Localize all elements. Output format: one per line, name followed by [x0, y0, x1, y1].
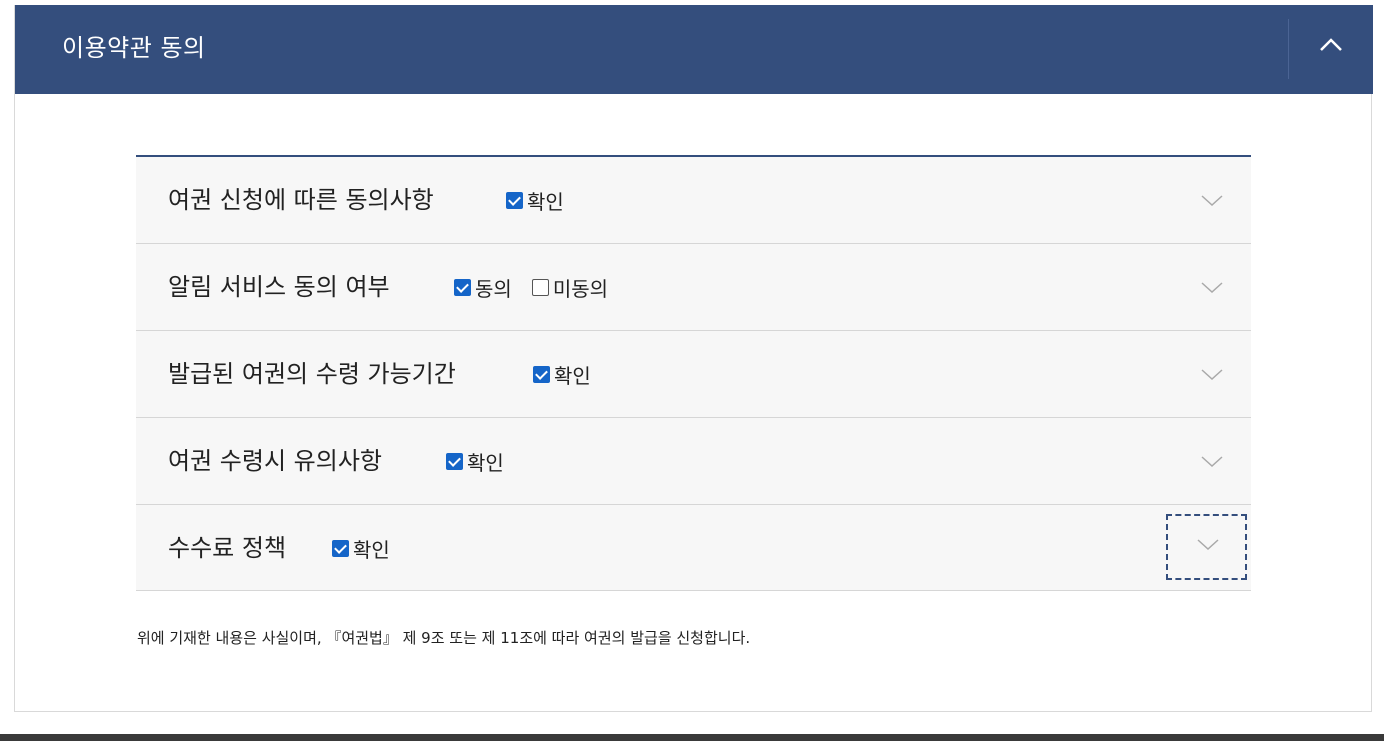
- agreement-row: 알림 서비스 동의 여부 동의 미동의: [136, 244, 1251, 331]
- checkbox-checked-icon[interactable]: [332, 539, 349, 557]
- confirm-label: 확인: [527, 189, 564, 214]
- bottom-bar: [0, 734, 1384, 741]
- chevron-down-icon: [1201, 456, 1223, 468]
- checkbox-checked-icon[interactable]: [454, 278, 471, 296]
- expand-button[interactable]: [1189, 353, 1235, 399]
- expand-button[interactable]: [1189, 266, 1235, 312]
- disagree-checkbox[interactable]: 미동의: [531, 273, 609, 302]
- agreement-title: 알림 서비스 동의 여부: [168, 273, 390, 301]
- checkbox-checked-icon[interactable]: [506, 191, 523, 209]
- expand-button[interactable]: [1166, 514, 1247, 580]
- disagree-label: 미동의: [552, 276, 609, 301]
- confirm-checkbox[interactable]: 확인: [533, 360, 591, 389]
- panel-header: 이용약관 동의: [15, 5, 1373, 94]
- checkbox-unchecked-icon[interactable]: [531, 278, 549, 296]
- confirm-checkbox[interactable]: 확인: [332, 534, 390, 563]
- chevron-down-icon: [1201, 195, 1223, 207]
- page: 이용약관 동의 여권 신청에 따른 동의사항 확인 알림 서비스 동의 여부 동…: [0, 0, 1384, 741]
- agreement-options: 확인: [332, 505, 410, 591]
- agreement-title: 발급된 여권의 수령 가능기간: [168, 360, 456, 388]
- agreement-row: 수수료 정책 확인: [136, 505, 1251, 591]
- agreement-row: 여권 수령시 유의사항 확인: [136, 418, 1251, 505]
- agreement-title: 여권 신청에 따른 동의사항: [168, 186, 434, 214]
- agreement-options: 확인: [446, 418, 524, 504]
- agree-checkbox[interactable]: 동의: [454, 273, 512, 302]
- agreement-row: 여권 신청에 따른 동의사항 확인: [136, 157, 1251, 244]
- panel-title: 이용약관 동의: [62, 34, 206, 62]
- agreement-list: 여권 신청에 따른 동의사항 확인 알림 서비스 동의 여부 동의 미동의 발급…: [136, 155, 1251, 591]
- agree-label: 동의: [475, 276, 512, 301]
- checkbox-checked-icon[interactable]: [533, 365, 550, 383]
- terms-agreement-panel: 이용약관 동의 여권 신청에 따른 동의사항 확인 알림 서비스 동의 여부 동…: [14, 5, 1373, 712]
- agreement-options: 확인: [506, 157, 584, 243]
- agreement-title: 수수료 정책: [168, 534, 287, 562]
- agreement-title: 여권 수령시 유의사항: [168, 447, 382, 475]
- chevron-down-icon: [1201, 282, 1223, 294]
- agreement-options: 확인: [533, 331, 611, 417]
- declaration-text: 위에 기재한 내용은 사실이며, 『여권법』 제 9조 또는 제 11조에 따라…: [137, 629, 751, 647]
- expand-button[interactable]: [1189, 440, 1235, 486]
- expand-button[interactable]: [1189, 179, 1235, 225]
- confirm-checkbox[interactable]: 확인: [446, 447, 504, 476]
- chevron-down-icon: [1197, 539, 1219, 551]
- confirm-label: 확인: [554, 363, 591, 388]
- collapse-button[interactable]: [1289, 5, 1373, 94]
- confirm-checkbox[interactable]: 확인: [506, 186, 564, 215]
- agreement-row: 발급된 여권의 수령 가능기간 확인: [136, 331, 1251, 418]
- checkbox-checked-icon[interactable]: [446, 452, 463, 470]
- confirm-label: 확인: [467, 450, 504, 475]
- chevron-up-icon: [1320, 38, 1342, 51]
- agreement-options: 동의 미동의: [454, 244, 628, 330]
- chevron-down-icon: [1201, 369, 1223, 381]
- confirm-label: 확인: [353, 537, 390, 562]
